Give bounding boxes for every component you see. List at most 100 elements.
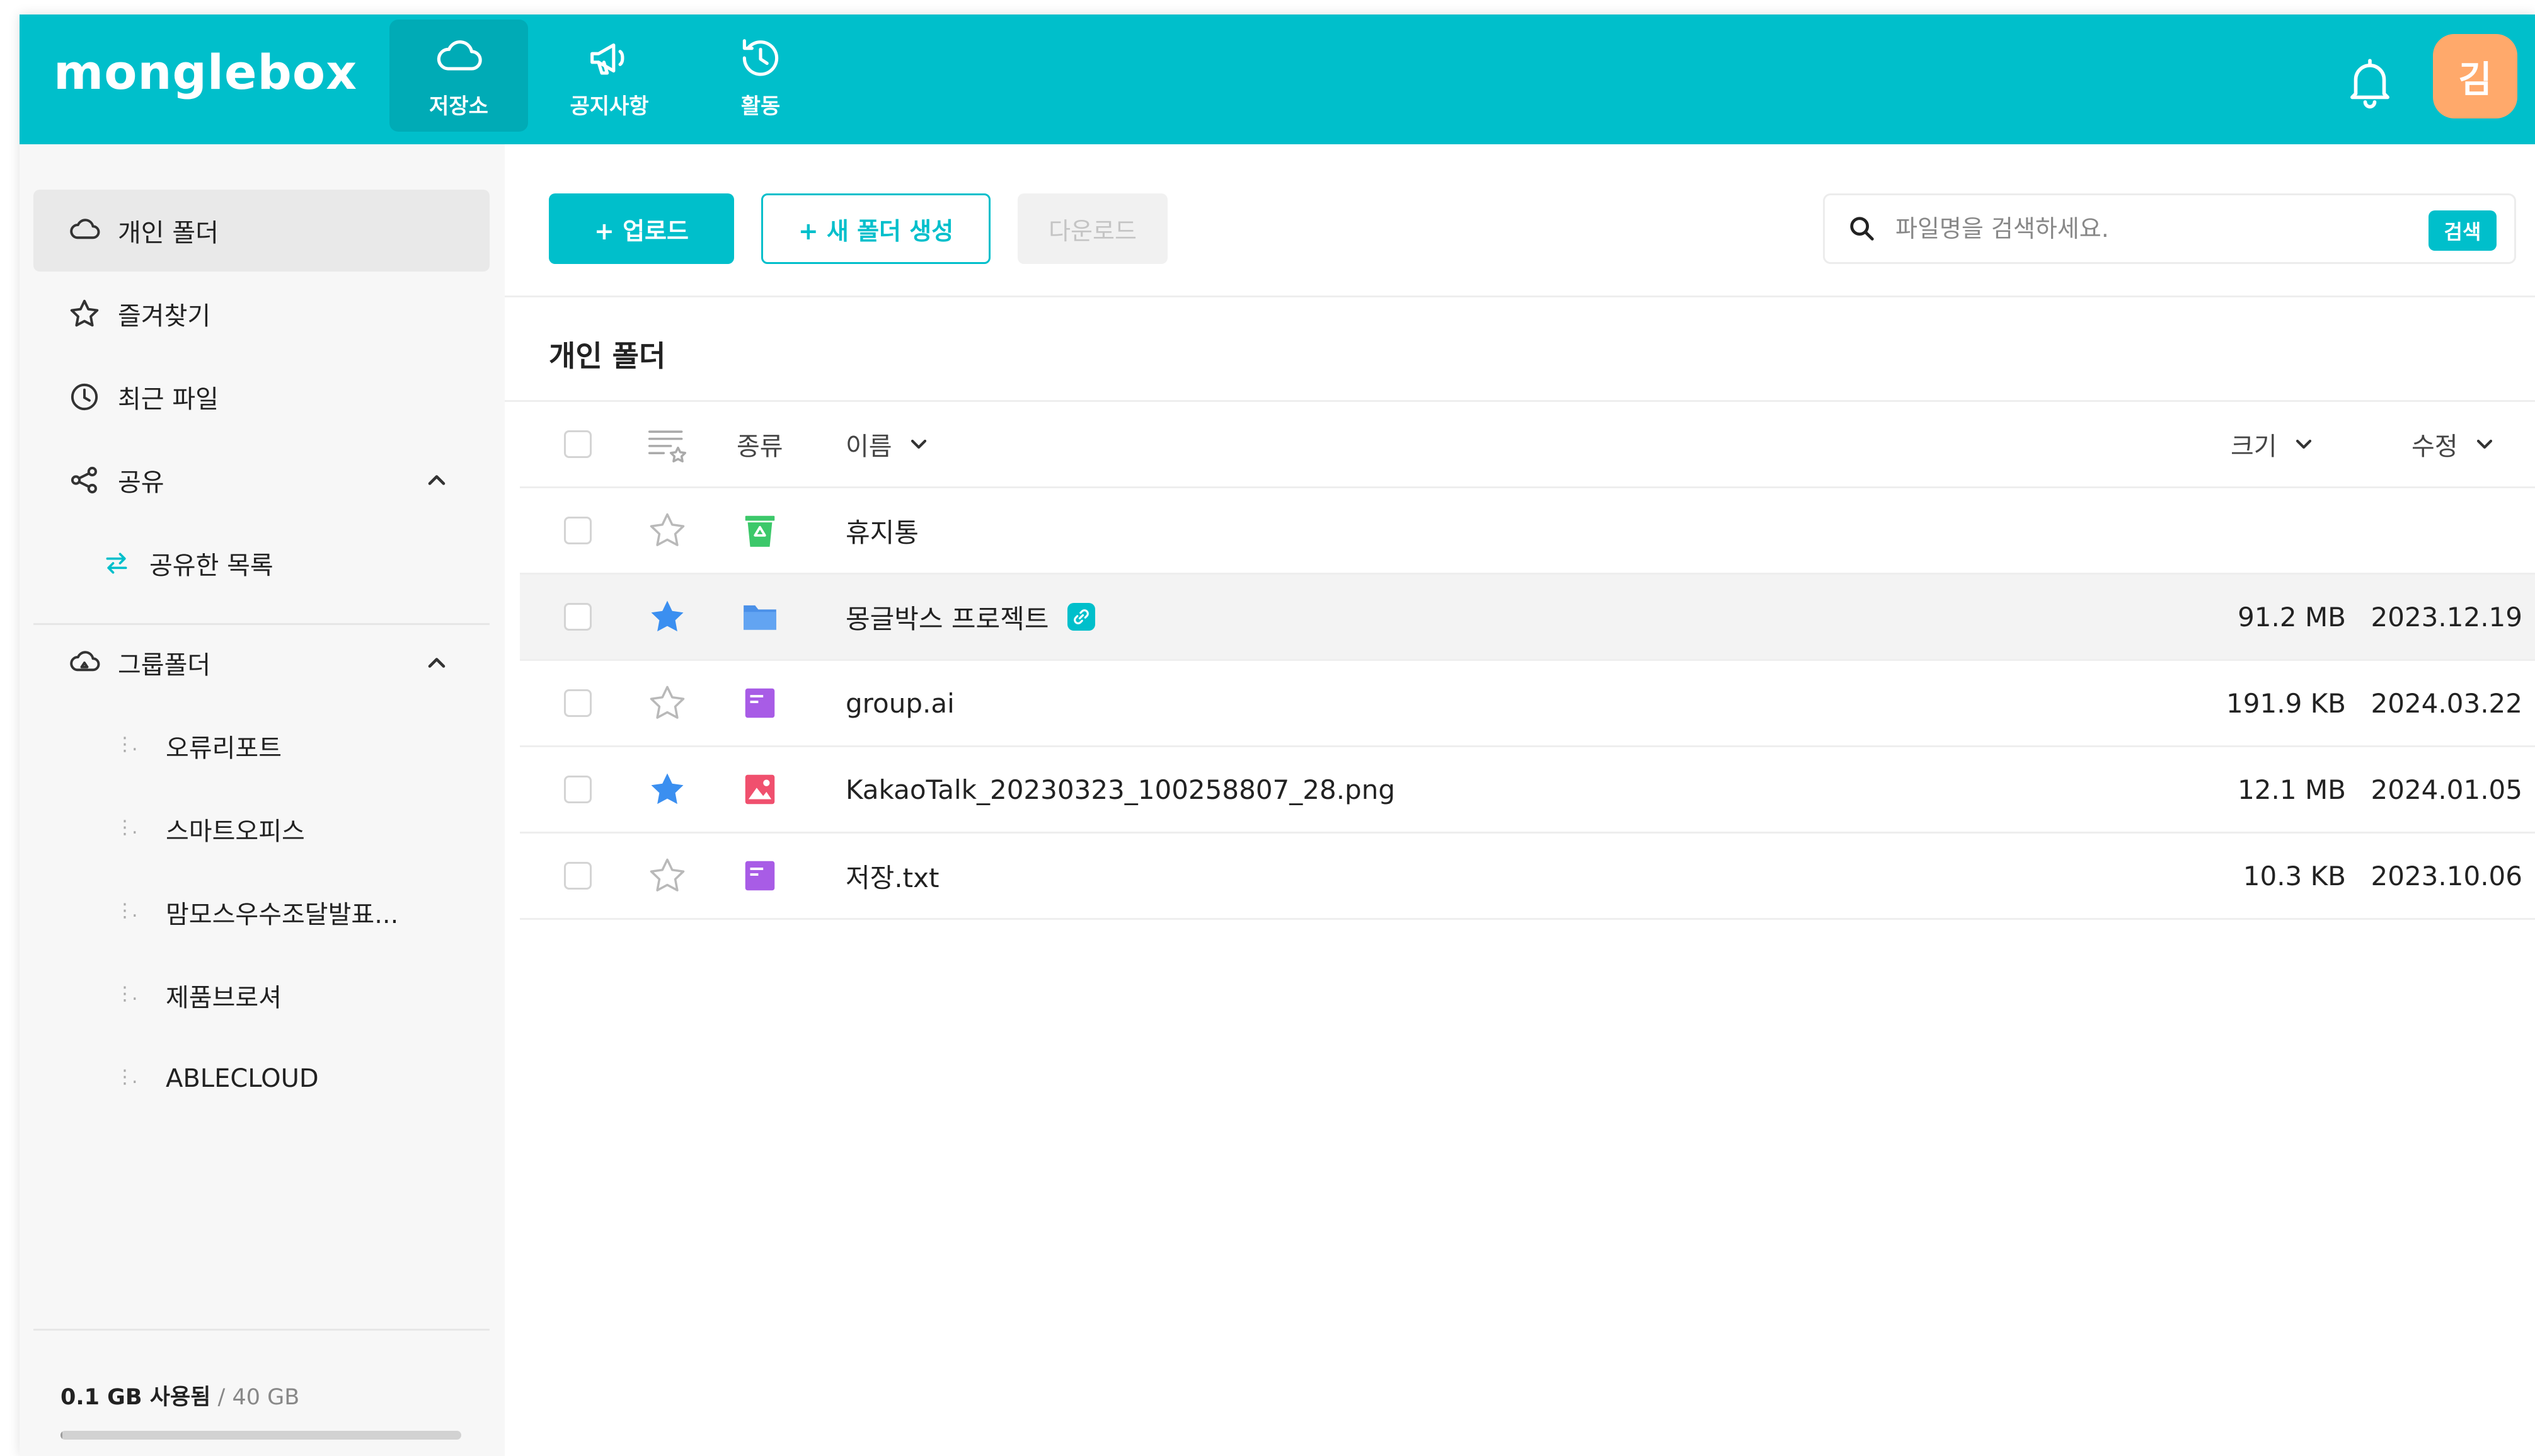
sidebar-item-recent-files[interactable]: 최근 파일 <box>33 356 490 438</box>
column-header-name[interactable]: 이름 <box>846 402 931 486</box>
row-checkbox[interactable] <box>564 776 592 803</box>
file-name[interactable]: 저장.txt <box>846 834 939 918</box>
tree-branch-icon: ⋮. <box>115 733 138 755</box>
row-checkbox[interactable] <box>564 603 592 631</box>
main-content: + 업로드 + 새 폴더 생성 다운로드 검색 개인 폴더 종류 이름 <box>505 144 2535 1456</box>
file-size: 91.2 MB <box>2238 601 2346 633</box>
table-row[interactable]: group.ai 191.9 KB 2024.03.22 <box>520 661 2535 747</box>
tree-branch-icon: ⋮. <box>115 983 138 1005</box>
sidebar-item-personal-folder[interactable]: 개인 폴더 <box>33 190 490 272</box>
sidebar-group-item[interactable]: ⋮. 오류리포트 <box>33 705 490 787</box>
download-button[interactable]: 다운로드 <box>1018 193 1168 264</box>
sidebar-group-item[interactable]: ⋮. 스마트오피스 <box>33 788 490 870</box>
star-outline-icon[interactable] <box>646 509 689 552</box>
shared-link-badge <box>1067 603 1096 631</box>
share-icon <box>71 466 97 494</box>
divider <box>505 295 2535 297</box>
chevron-down-icon <box>2476 439 2492 449</box>
user-avatar[interactable]: 김 <box>2433 34 2517 118</box>
column-header-modified-label: 수정 <box>2411 432 2458 461</box>
sidebar-item-share[interactable]: 공유 <box>33 439 490 521</box>
page-title: 개인 폴더 <box>549 339 666 373</box>
sidebar-item-shared-list[interactable]: 공유한 목록 <box>33 522 490 604</box>
tab-storage-label: 저장소 <box>429 93 488 119</box>
swap-arrows-icon <box>106 553 127 574</box>
storage-progress-fill <box>60 1431 63 1440</box>
tab-storage[interactable]: 저장소 <box>389 20 528 132</box>
search-button[interactable]: 검색 <box>2429 210 2497 251</box>
sidebar-item-group-folder[interactable]: 그룹폴더 <box>33 622 490 704</box>
table-header-row: 종류 이름 크기 수정 <box>520 402 2535 488</box>
star-outline-icon[interactable] <box>646 682 689 725</box>
tree-branch-icon: ⋮. <box>115 1066 138 1088</box>
star-outline-icon <box>70 299 99 327</box>
sidebar-group-item[interactable]: ⋮. 맘모스우수조달발표... <box>33 871 490 953</box>
table-row[interactable]: KakaoTalk_20230323_100258807_28.png 12.1… <box>520 747 2535 834</box>
sidebar-item-favorites[interactable]: 즐겨찾기 <box>33 273 490 355</box>
tab-activity[interactable]: 활동 <box>691 20 830 132</box>
image-icon <box>745 774 775 805</box>
sidebar-item-label: 최근 파일 <box>118 385 219 414</box>
chevron-down-icon <box>911 439 926 449</box>
sidebar-item-label: 맘모스우수조달발표... <box>166 900 399 929</box>
sidebar-item-label: 공유 <box>118 468 164 497</box>
file-date: 2024.01.05 <box>2371 774 2522 805</box>
upload-button[interactable]: + 업로드 <box>549 193 734 264</box>
chevron-up-icon[interactable] <box>423 649 451 677</box>
link-icon <box>1074 609 1089 624</box>
column-header-size[interactable]: 크기 <box>2231 402 2316 486</box>
row-checkbox[interactable] <box>564 689 592 717</box>
sidebar-item-label: 제품브로셔 <box>166 983 282 1012</box>
file-name[interactable]: 휴지통 <box>846 488 919 573</box>
bell-icon[interactable] <box>2342 54 2398 110</box>
table-row[interactable]: 저장.txt 10.3 KB 2023.10.06 <box>520 834 2535 920</box>
trash-icon <box>745 515 775 547</box>
sidebar-group-item[interactable]: ⋮. 제품브로셔 <box>33 954 490 1036</box>
sidebar-group-item[interactable]: ⋮. ABLECLOUD <box>33 1038 490 1120</box>
tab-notices[interactable]: 공지사항 <box>540 20 679 132</box>
sidebar-divider <box>33 1329 490 1331</box>
row-checkbox[interactable] <box>564 862 592 890</box>
storage-total: 40 GB <box>232 1385 300 1410</box>
clock-icon <box>71 383 98 411</box>
file-date: 2023.10.06 <box>2371 860 2522 891</box>
tree-branch-icon: ⋮. <box>115 900 138 922</box>
new-folder-button[interactable]: + 새 폴더 생성 <box>761 193 991 264</box>
tab-activity-label: 활동 <box>740 93 781 119</box>
storage-usage-text: 0.1 GB 사용됨 / 40 GB <box>60 1379 299 1411</box>
table-row[interactable]: 휴지통 <box>520 488 2535 575</box>
select-all-checkbox[interactable] <box>564 430 592 458</box>
search-icon <box>1850 217 1874 241</box>
megaphone-icon <box>590 43 624 74</box>
storage-separator: / <box>210 1385 233 1410</box>
cloud-icon <box>437 40 482 71</box>
folder-icon <box>744 605 776 630</box>
tree-branch-icon: ⋮. <box>115 817 138 839</box>
top-header: monglebox 저장소 공지사항 활동 김 <box>20 14 2535 144</box>
sort-favorites-icon[interactable] <box>646 423 689 466</box>
file-name[interactable]: 몽글박스 프로젝트 <box>846 598 1049 636</box>
column-header-name-label: 이름 <box>846 432 892 461</box>
star-outline-icon[interactable] <box>646 854 689 897</box>
sidebar-item-label: 공유한 목록 <box>149 551 273 580</box>
sidebar-item-label: 개인 폴더 <box>118 219 219 248</box>
sidebar-item-label: 오류리포트 <box>166 734 282 763</box>
history-icon <box>742 38 779 76</box>
star-filled-icon[interactable] <box>646 768 689 811</box>
app-logo[interactable]: monglebox <box>54 49 357 96</box>
column-header-modified[interactable]: 수정 <box>2411 402 2497 486</box>
file-date: 2023.12.19 <box>2371 601 2522 633</box>
sidebar-item-label: 그룹폴더 <box>118 651 211 680</box>
row-checkbox[interactable] <box>564 517 592 544</box>
file-name[interactable]: KakaoTalk_20230323_100258807_28.png <box>846 747 1395 832</box>
file-size: 10.3 KB <box>2243 860 2346 891</box>
sidebar-item-label: 스마트오피스 <box>166 817 305 846</box>
file-name[interactable]: group.ai <box>846 661 955 745</box>
sidebar-item-label: ABLECLOUD <box>166 1064 319 1093</box>
storage-used: 0.1 GB 사용됨 <box>60 1385 211 1410</box>
table-row[interactable]: 몽글박스 프로젝트 91.2 MB 2023.12.19 <box>520 575 2535 661</box>
search-input[interactable] <box>1895 215 2412 243</box>
chevron-up-icon[interactable] <box>423 466 451 494</box>
star-filled-icon[interactable] <box>646 595 689 638</box>
cloud-outline-icon <box>70 219 100 239</box>
